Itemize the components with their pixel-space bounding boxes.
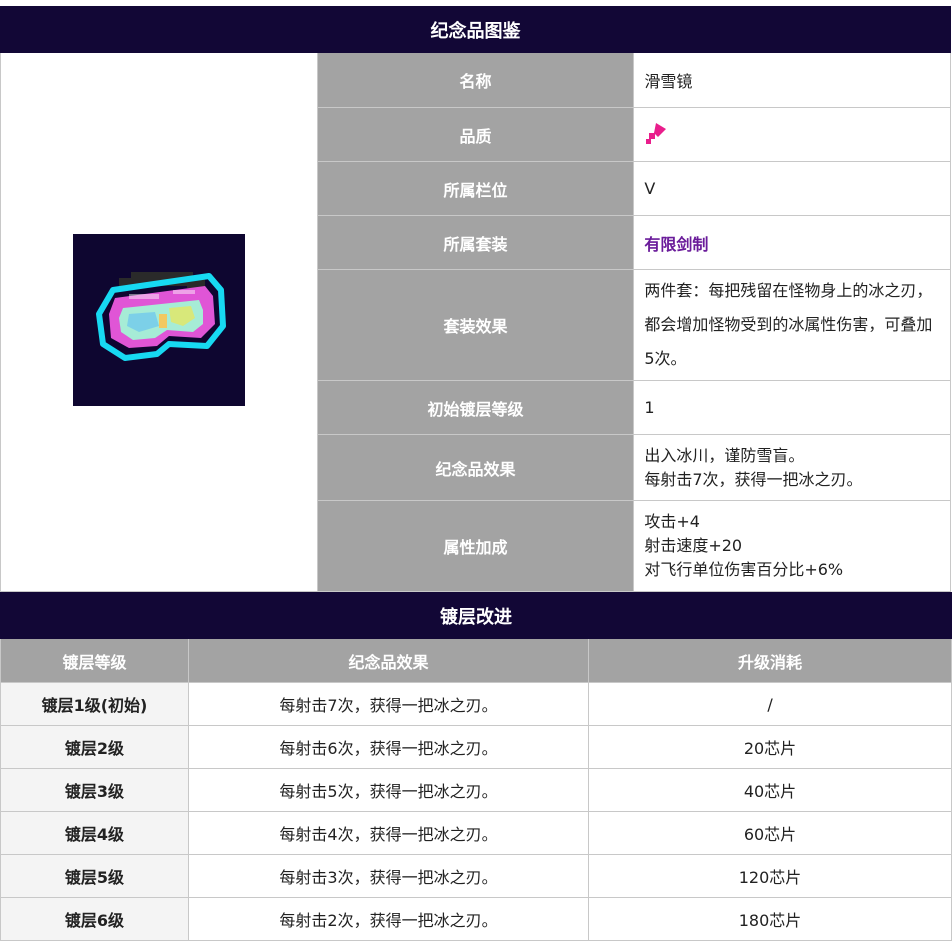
set-label: 所属套装: [316, 215, 635, 270]
col-header-cost: 升级消耗: [587, 638, 952, 683]
table-row: 镀层1级(初始) 每射击7次，获得一把冰之刃。 /: [0, 682, 952, 726]
quality-label: 品质: [316, 107, 635, 162]
row-effect: 每射击2次，获得一把冰之刃。: [188, 897, 589, 941]
name-value: 滑雪镜: [633, 52, 951, 108]
set-link[interactable]: 有限剑制: [644, 235, 708, 254]
table-row: 镀层2级 每射击6次，获得一把冰之刃。 20芯片: [0, 725, 952, 769]
row-cost: /: [587, 682, 952, 726]
attributes-value: 攻击+4 射击速度+20 对飞行单位伤害百分比+6%: [633, 500, 951, 592]
table-row: 镀层5级 每射击3次，获得一把冰之刃。 120芯片: [0, 854, 952, 898]
ski-goggles-icon: [72, 234, 245, 406]
col-header-effect: 纪念品效果: [188, 638, 589, 683]
info-table-title: 纪念品图鉴: [0, 6, 951, 53]
slot-value: V: [633, 161, 951, 216]
initial-level-label: 初始镀层等级: [316, 380, 635, 435]
attribute-line: 射击速度+20: [644, 536, 743, 555]
row-effect: 每射击4次，获得一把冰之刃。: [188, 811, 589, 855]
set-effect-value: 两件套：每把残留在怪物身上的冰之刃，都会增加怪物受到的冰属性伤害，可叠加5次。: [633, 269, 951, 381]
table-row: 镀层4级 每射击4次，获得一把冰之刃。 60芯片: [0, 811, 952, 855]
row-level: 镀层3级: [0, 768, 189, 812]
row-effect: 每射击5次，获得一把冰之刃。: [188, 768, 589, 812]
effect-line: 出入冰川，谨防雪盲。: [644, 445, 805, 465]
row-level: 镀层4级: [0, 811, 189, 855]
row-cost: 120芯片: [587, 854, 952, 898]
slot-label: 所属栏位: [316, 161, 635, 216]
plating-upgrade-table: 镀层改进 镀层等级 纪念品效果 升级消耗 镀层1级(初始) 每射击7次，获得一把…: [0, 592, 952, 941]
row-cost: 60芯片: [587, 811, 952, 855]
initial-level-value: 1: [633, 380, 951, 435]
table-row: 镀层6级 每射击2次，获得一把冰之刃。 180芯片: [0, 897, 952, 941]
col-header-level: 镀层等级: [0, 638, 189, 683]
row-level: 镀层6级: [0, 897, 189, 941]
row-effect: 每射击6次，获得一把冰之刃。: [188, 725, 589, 769]
table-row: 镀层3级 每射击5次，获得一把冰之刃。 40芯片: [0, 768, 952, 812]
souvenir-info-table: 纪念品图鉴 名称 滑雪镜 品质 所属栏位 V 所属套装 有限剑制 套装效果 两件…: [0, 6, 951, 592]
effect-line: 每射击7次，获得一把冰之刃。: [644, 469, 863, 489]
row-cost: 180芯片: [587, 897, 952, 941]
row-effect: 每射击7次，获得一把冰之刃。: [188, 682, 589, 726]
quality-value: [633, 107, 951, 162]
row-level: 镀层5级: [0, 854, 189, 898]
row-level: 镀层1级(初始): [0, 682, 189, 726]
effect-value: 出入冰川，谨防雪盲。 每射击7次，获得一把冰之刃。: [633, 434, 951, 501]
pink-quality-tag-icon: [644, 122, 668, 149]
row-cost: 40芯片: [587, 768, 952, 812]
attribute-line: 攻击+4: [644, 512, 700, 531]
set-effect-label: 套装效果: [316, 269, 635, 381]
attribute-line: 对飞行单位伤害百分比+6%: [644, 560, 844, 579]
set-value-cell: 有限剑制: [633, 215, 951, 270]
effect-label: 纪念品效果: [316, 434, 635, 501]
attributes-label: 属性加成: [316, 500, 635, 592]
row-level: 镀层2级: [0, 725, 189, 769]
upgrade-table-title: 镀层改进: [0, 592, 952, 639]
item-image-cell: [0, 52, 318, 592]
row-cost: 20芯片: [587, 725, 952, 769]
name-label: 名称: [316, 52, 635, 108]
row-effect: 每射击3次，获得一把冰之刃。: [188, 854, 589, 898]
